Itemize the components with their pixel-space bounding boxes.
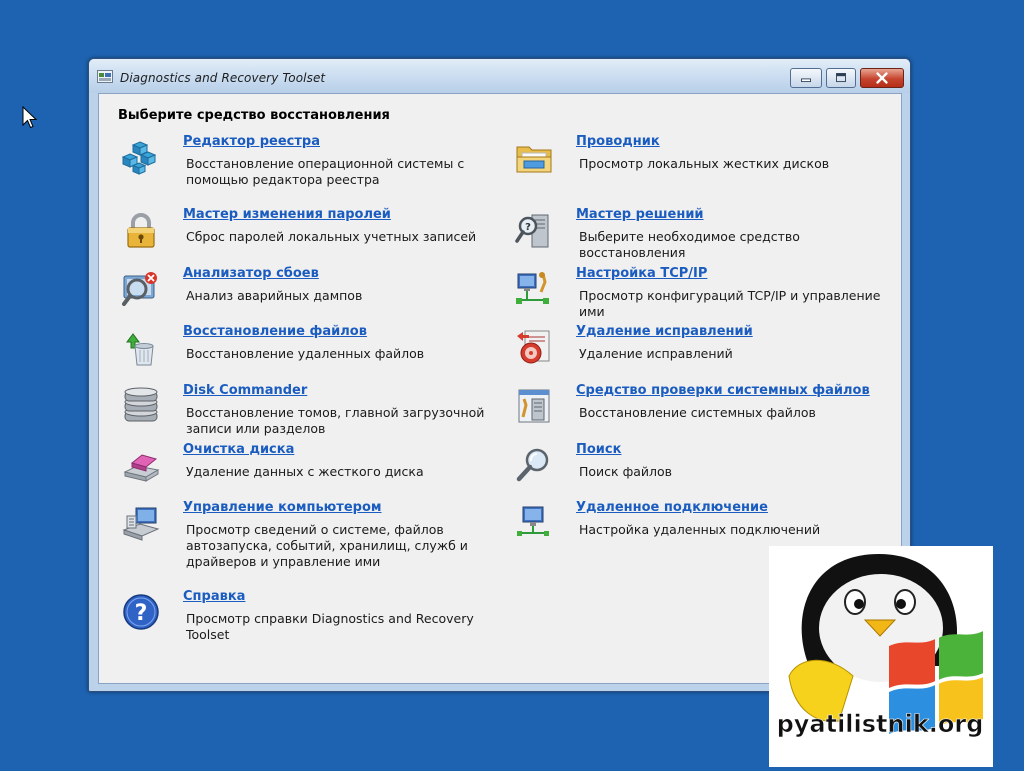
panel-heading: Выберите средство восстановления (118, 108, 390, 123)
minimize-icon (801, 78, 811, 83)
folder-explorer-icon (516, 146, 552, 173)
tcpip-settings-description: Просмотр конфигураций TCP/IP и управлени… (579, 288, 881, 319)
remote-connection-description: Настройка удаленных подключений (579, 522, 821, 537)
penguin-logo-icon: pyatilistnik.org (776, 554, 984, 738)
solution-wizard-description: Выберите необходимое средство восстановл… (579, 229, 800, 260)
crash-analyzer-icon (122, 272, 157, 306)
app-icon (97, 70, 113, 83)
magnifier-icon (516, 448, 549, 482)
help-link[interactable]: Справка (183, 589, 245, 604)
solution-wizard-icon: ? (515, 214, 549, 248)
disk-commander-link[interactable]: Disk Commander (183, 383, 307, 398)
solution-wizard-link[interactable]: Мастер решений (576, 207, 704, 222)
minimize-button[interactable] (790, 68, 822, 88)
file-restore-description: Восстановление удаленных файлов (186, 346, 425, 361)
system-file-checker-description: Восстановление системных файлов (579, 405, 816, 420)
close-button[interactable] (860, 68, 904, 88)
registry-editor-link[interactable]: Редактор реестра (183, 134, 320, 149)
file-restore-icon (126, 333, 154, 366)
password-wizard-description: Сброс паролей локальных учетных записей (186, 229, 477, 244)
mouse-cursor-icon (22, 106, 38, 129)
svg-text:?: ? (135, 601, 148, 626)
help-icon: ? (123, 594, 159, 630)
explorer-description: Просмотр локальных жестких дисков (579, 156, 830, 171)
system-file-checker-icon (518, 389, 550, 423)
window-title: Diagnostics and Recovery Toolset (120, 71, 326, 85)
maximize-icon (836, 73, 846, 83)
remote-connection-icon (517, 506, 549, 536)
padlock-icon (127, 213, 155, 248)
computer-management-description: Просмотр сведений о системе, файлов авто… (186, 522, 468, 569)
maximize-button[interactable] (826, 68, 856, 88)
title-bar[interactable]: Diagnostics and Recovery Toolset (89, 59, 910, 93)
disk-wipe-icon (123, 454, 160, 482)
crash-analyzer-link[interactable]: Анализатор сбоев (183, 266, 319, 281)
hotfix-uninstall-description: Удаление исправлений (579, 346, 733, 361)
explorer-link[interactable]: Проводник (576, 134, 660, 149)
disk-commander-description: Восстановление томов, главной загрузочно… (186, 405, 485, 436)
registry-editor-icon (122, 141, 157, 175)
computer-management-icon (122, 507, 160, 541)
svg-text:?: ? (525, 222, 531, 233)
tcpip-settings-link[interactable]: Настройка TCP/IP (576, 266, 707, 281)
watermark-text: pyatilistnik.org (777, 710, 984, 738)
computer-management-link[interactable]: Управление компьютером (183, 500, 382, 515)
close-icon (876, 72, 888, 84)
search-description: Поиск файлов (579, 464, 673, 479)
disk-wipe-description: Удаление данных с жесткого диска (186, 464, 424, 479)
crash-analyzer-description: Анализ аварийных дампов (186, 288, 363, 303)
disk-stack-icon (124, 387, 158, 422)
disk-wipe-link[interactable]: Очистка диска (183, 442, 294, 457)
hotfix-uninstall-link[interactable]: Удаление исправлений (576, 324, 753, 339)
search-link[interactable]: Поиск (576, 442, 621, 457)
site-watermark: pyatilistnik.org (769, 546, 993, 767)
password-wizard-link[interactable]: Мастер изменения паролей (183, 207, 391, 222)
remote-connection-link[interactable]: Удаленное подключение (576, 500, 768, 515)
registry-editor-description: Восстановление операционной системы с по… (186, 156, 465, 187)
hotfix-uninstall-icon (517, 330, 550, 364)
system-file-checker-link[interactable]: Средство проверки системных файлов (576, 383, 870, 398)
file-restore-link[interactable]: Восстановление файлов (183, 324, 367, 339)
network-settings-icon (516, 272, 549, 304)
help-description: Просмотр справки Diagnostics and Recover… (186, 611, 474, 642)
